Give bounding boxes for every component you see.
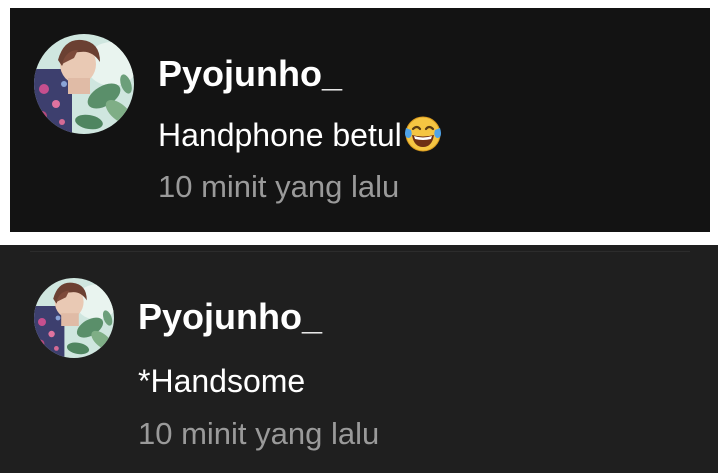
comment-timestamp: 10 minit yang lalu <box>158 169 400 204</box>
comment-text-body: *Handsome <box>138 363 306 399</box>
comment-thread: Pyojunho_ Handphone betul 10 minit yang … <box>0 0 718 473</box>
avatar-image <box>34 278 114 358</box>
comment-text: *Handsome <box>138 362 305 400</box>
username[interactable]: Pyojunho_ <box>138 297 322 337</box>
comment-text: Handphone betul <box>158 116 443 154</box>
comment-card[interactable]: Pyojunho_ Handphone betul 10 minit yang … <box>10 8 710 232</box>
avatar[interactable] <box>34 278 114 358</box>
username[interactable]: Pyojunho_ <box>158 54 342 94</box>
avatar[interactable] <box>34 34 134 134</box>
tears-of-joy-icon <box>403 114 443 154</box>
comment-card[interactable]: Pyojunho_ *Handsome 10 minit yang lalu <box>0 245 718 473</box>
avatar-image <box>34 34 134 134</box>
divider <box>30 251 690 252</box>
comment-text-body: Handphone betul <box>158 117 402 153</box>
comment-timestamp: 10 minit yang lalu <box>138 416 380 451</box>
